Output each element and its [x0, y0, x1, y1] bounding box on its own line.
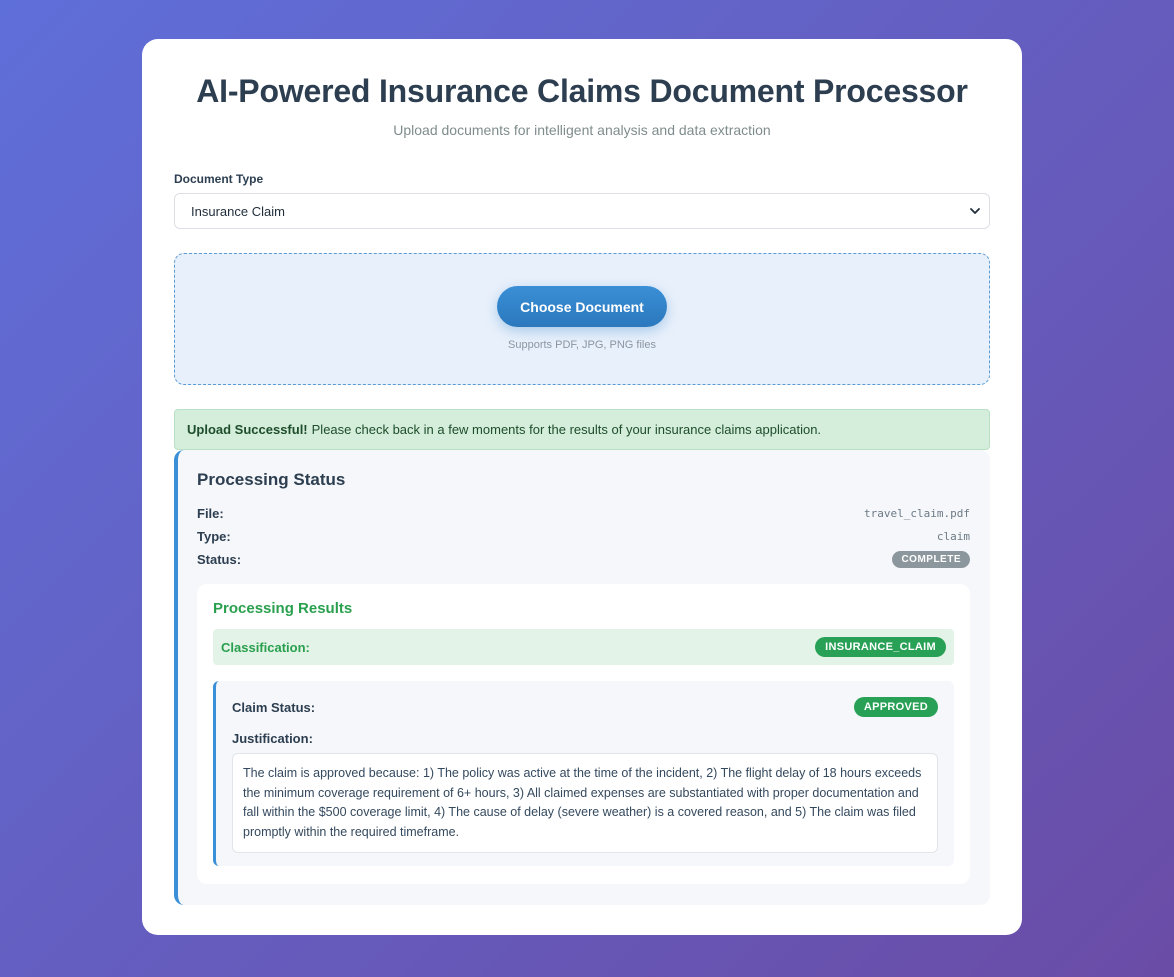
file-label: File:: [197, 506, 224, 521]
document-type-select[interactable]: Insurance Claim: [174, 193, 990, 229]
status-badge: COMPLETE: [892, 551, 970, 568]
claim-status-row: Claim Status: APPROVED: [232, 697, 938, 717]
processing-results-title: Processing Results: [213, 600, 353, 617]
alert-message: Please check back in a few moments for t…: [311, 422, 822, 437]
supported-formats-text: Supports PDF, JPG, PNG files: [508, 339, 656, 351]
claim-status-box: Claim Status: APPROVED Justification: Th…: [213, 681, 954, 866]
upload-dropzone[interactable]: Choose Document Supports PDF, JPG, PNG f…: [174, 253, 990, 385]
justification-label: Justification:: [232, 731, 313, 746]
processing-status-panel: Processing Status File: travel_claim.pdf…: [174, 450, 990, 905]
classification-badge: INSURANCE_CLAIM: [815, 637, 946, 657]
chevron-down-icon: [970, 208, 980, 214]
claim-status-label: Claim Status:: [232, 699, 316, 715]
page-title: AI-Powered Insurance Claims Document Pro…: [196, 73, 968, 109]
classification-label: Classification:: [221, 639, 310, 655]
page-subtitle: Upload documents for intelligent analysi…: [393, 122, 771, 138]
document-type-selected-value: Insurance Claim: [191, 203, 285, 219]
upload-success-alert: Upload Successful! Please check back in …: [174, 409, 990, 450]
choose-document-button[interactable]: Choose Document: [497, 286, 667, 327]
claim-status-badge: APPROVED: [853, 697, 938, 717]
file-value: travel_claim.pdf: [864, 507, 970, 520]
file-row: File: travel_claim.pdf: [197, 506, 970, 521]
processing-results-card: Processing Results Classification: INSUR…: [197, 584, 970, 884]
alert-strong-text: Upload Successful!: [187, 422, 308, 437]
classification-row: Classification: INSURANCE_CLAIM: [213, 629, 954, 665]
type-value: claim: [936, 530, 970, 543]
type-label: Type:: [197, 529, 231, 544]
processing-status-title: Processing Status: [197, 470, 346, 489]
justification-text: The claim is approved because: 1) The po…: [232, 753, 938, 853]
status-label: Status:: [197, 552, 242, 567]
main-card: AI-Powered Insurance Claims Document Pro…: [142, 39, 1022, 935]
type-row: Type: claim: [197, 529, 970, 544]
document-type-label: Document Type: [174, 172, 264, 186]
status-row: Status: COMPLETE: [197, 551, 970, 568]
